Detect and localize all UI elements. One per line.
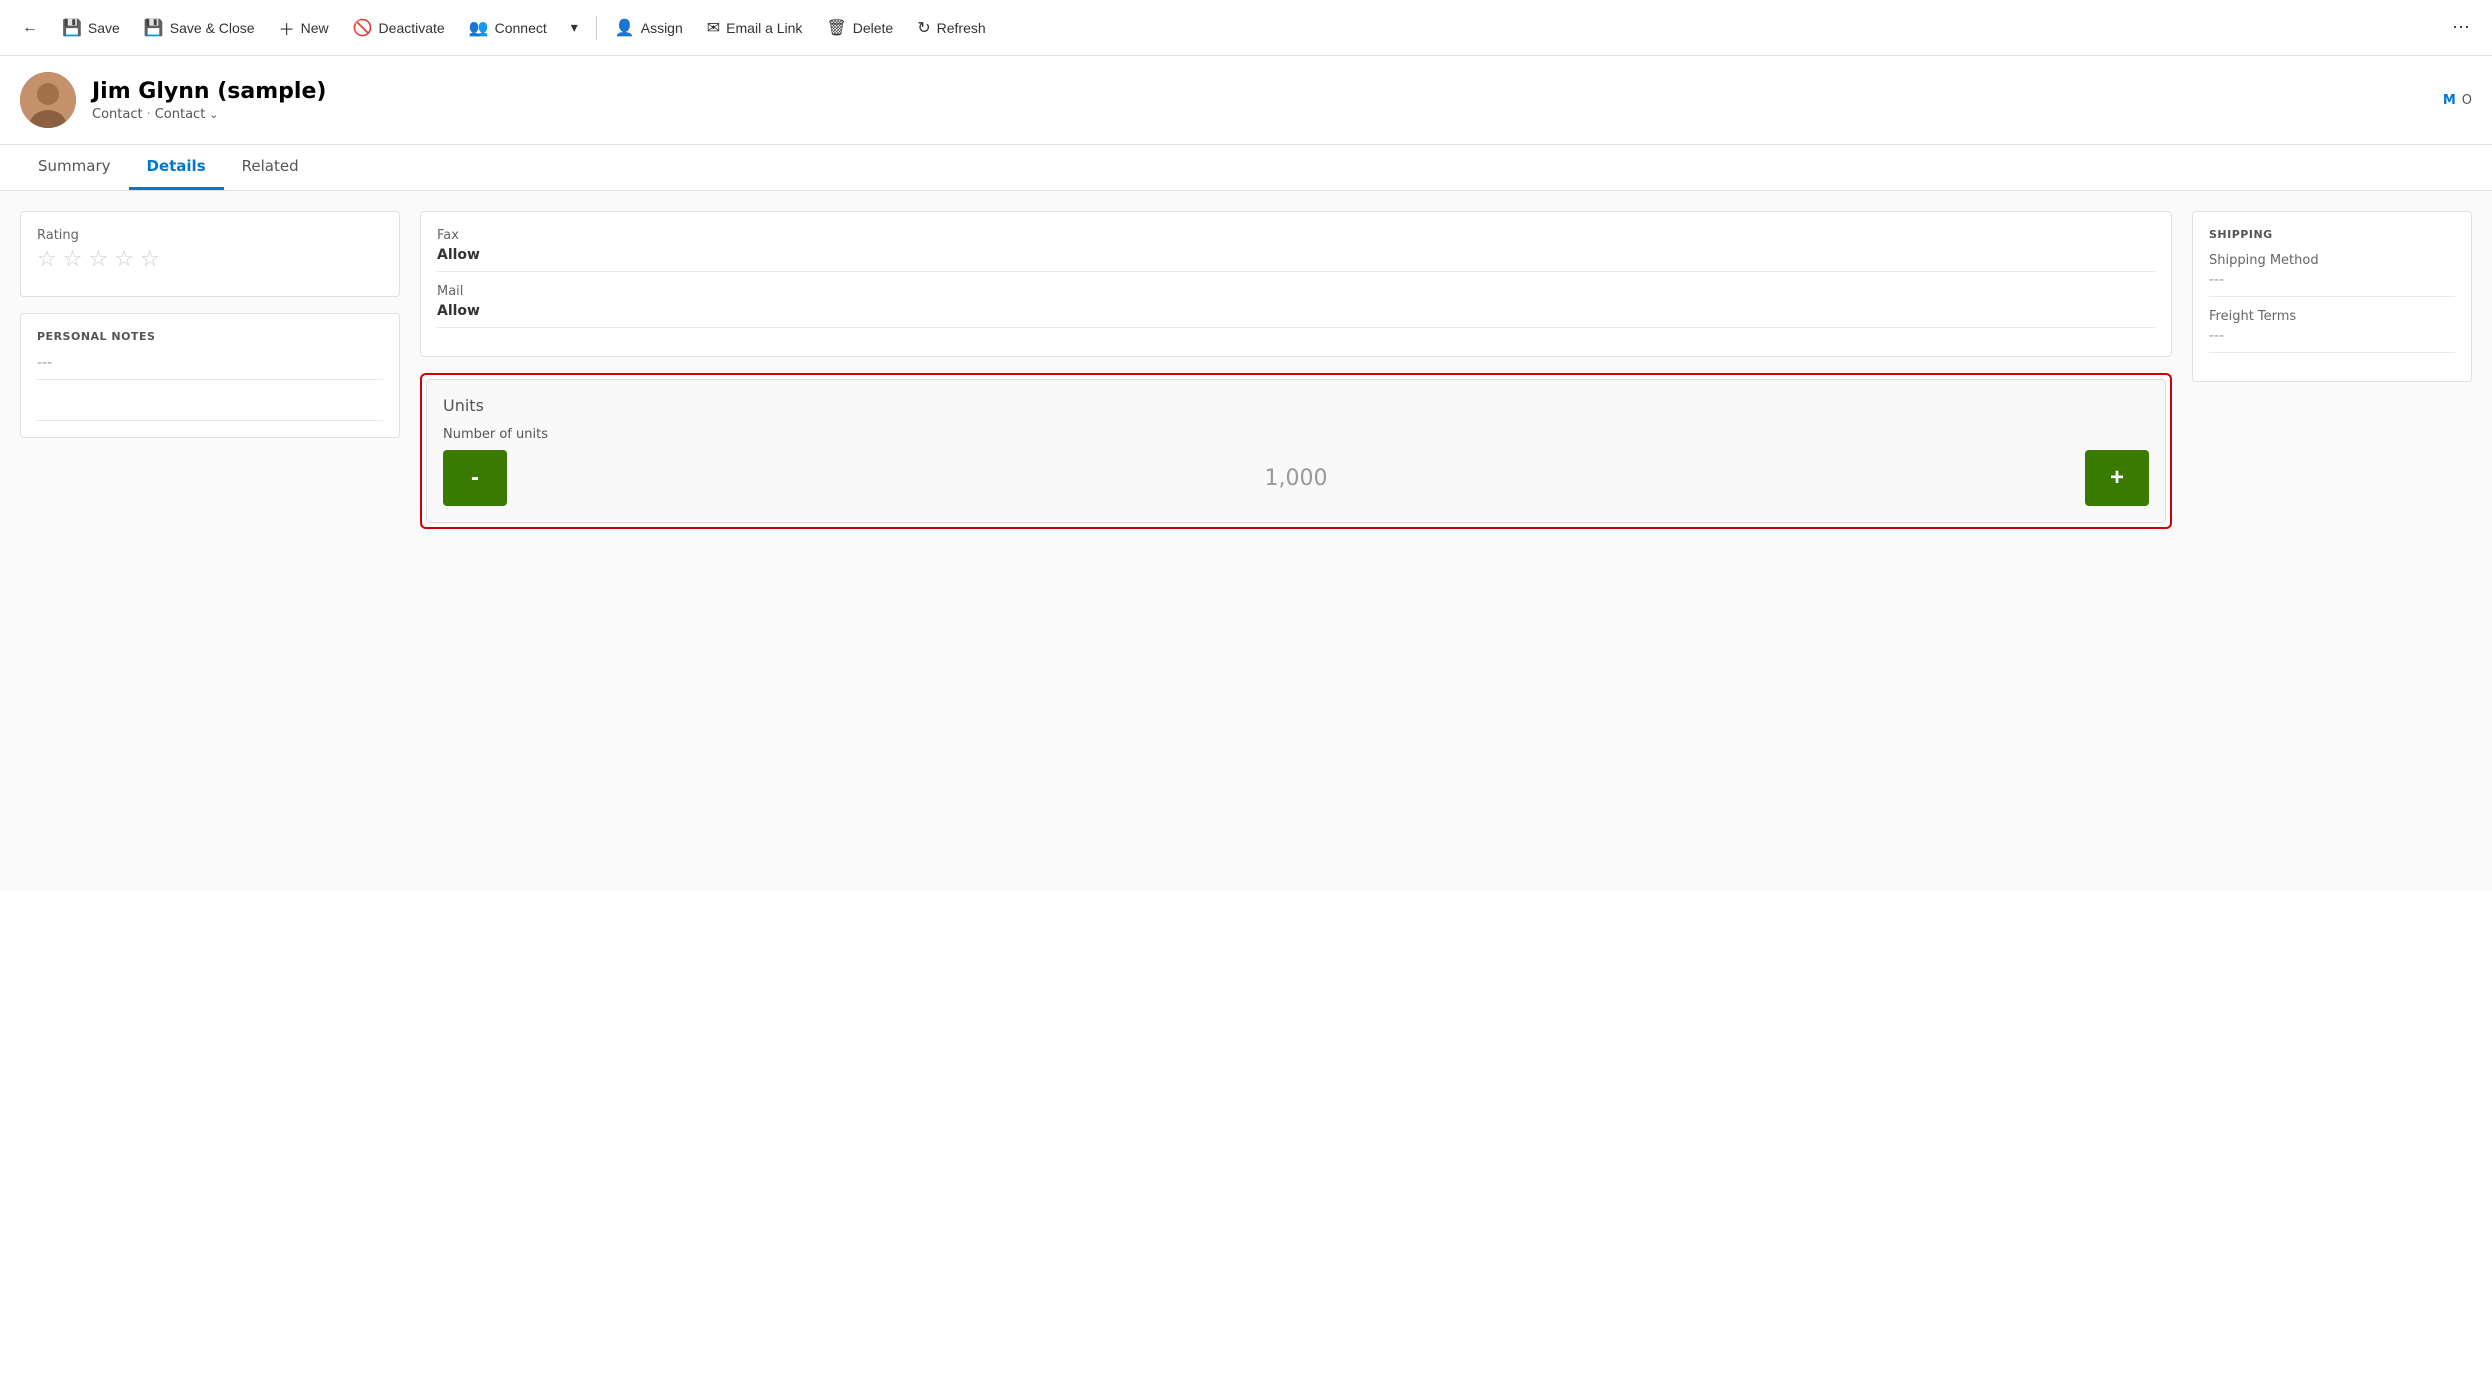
deactivate-button[interactable]: 🚫 Deactivate: [343, 12, 455, 44]
col-left: Rating ☆ ☆ ☆ ☆ ☆ PERSONAL NOTES ---: [20, 211, 400, 871]
freight-terms-label: Freight Terms: [2209, 309, 2455, 324]
rating-card: Rating ☆ ☆ ☆ ☆ ☆: [20, 211, 400, 297]
units-title: Units: [443, 396, 2149, 415]
shipping-method-value: ---: [2209, 272, 2455, 297]
tab-details[interactable]: Details: [129, 145, 224, 190]
tab-summary[interactable]: Summary: [20, 145, 129, 190]
back-button[interactable]: ←: [12, 13, 48, 43]
units-outer-container: Units Number of units - 1,000 +: [420, 373, 2172, 529]
refresh-icon: ↻: [917, 18, 930, 38]
star-3[interactable]: ☆: [88, 247, 108, 272]
new-button[interactable]: ＋ New: [269, 10, 339, 46]
toolbar: ← 💾 Save 💾 Save & Close ＋ New 🚫 Deactiva…: [0, 0, 2492, 56]
header-right: M O: [2443, 93, 2472, 108]
connect-icon: 👥: [469, 18, 489, 38]
save-icon: 💾: [62, 18, 82, 38]
record-type1: Contact: [92, 107, 143, 122]
connect-button[interactable]: 👥 Connect: [459, 12, 557, 44]
shipping-card: SHIPPING Shipping Method --- Freight Ter…: [2192, 211, 2472, 382]
record-subtitle: Contact · Contact ⌄: [92, 107, 326, 122]
col-middle: Fax Allow Mail Allow Units Number of uni…: [400, 211, 2192, 871]
main-content: Rating ☆ ☆ ☆ ☆ ☆ PERSONAL NOTES --- Fax …: [0, 191, 2492, 891]
more-button[interactable]: ⋯: [2442, 11, 2480, 44]
fax-perm-value: Allow: [437, 247, 2155, 272]
dot-separator: ·: [147, 107, 151, 122]
refresh-button[interactable]: ↻ Refresh: [907, 12, 995, 44]
record-type2: Contact: [155, 107, 206, 122]
units-field-label: Number of units: [443, 427, 2149, 442]
personal-notes-value: ---: [37, 355, 383, 380]
mail-perm-value: Allow: [437, 303, 2155, 328]
record-type-chevron[interactable]: ⌄: [209, 108, 218, 121]
avatar: [20, 72, 76, 128]
toolbar-divider: [596, 16, 597, 40]
header-initial-m: M: [2443, 93, 2456, 108]
star-1[interactable]: ☆: [37, 247, 57, 272]
shipping-title: SHIPPING: [2209, 228, 2455, 241]
rating-label: Rating: [37, 228, 383, 243]
units-decrement-button[interactable]: -: [443, 450, 507, 506]
star-2[interactable]: ☆: [63, 247, 83, 272]
record-header: Jim Glynn (sample) Contact · Contact ⌄ M…: [0, 56, 2492, 145]
units-controls: - 1,000 +: [443, 450, 2149, 506]
dropdown-button[interactable]: ▾: [561, 13, 588, 42]
email-link-button[interactable]: ✉ Email a Link: [697, 12, 813, 44]
fax-label: Fax: [437, 228, 2155, 243]
new-icon: ＋: [279, 16, 295, 40]
shipping-method-label: Shipping Method: [2209, 253, 2455, 268]
save-button[interactable]: 💾 Save: [52, 12, 130, 44]
save-close-icon: 💾: [144, 18, 164, 38]
star-4[interactable]: ☆: [114, 247, 134, 272]
record-name: Jim Glynn (sample): [92, 79, 326, 104]
units-increment-button[interactable]: +: [2085, 450, 2149, 506]
record-info: Jim Glynn (sample) Contact · Contact ⌄: [92, 79, 326, 122]
delete-icon: 🗑: [826, 18, 846, 38]
mail-label: Mail: [437, 284, 2155, 299]
email-link-icon: ✉: [707, 18, 720, 38]
assign-button[interactable]: 👤 Assign: [605, 12, 693, 44]
col-right: SHIPPING Shipping Method --- Freight Ter…: [2192, 211, 2472, 871]
tab-related[interactable]: Related: [224, 145, 317, 190]
star-5[interactable]: ☆: [140, 247, 160, 272]
assign-icon: 👤: [615, 18, 635, 38]
deactivate-icon: 🚫: [353, 18, 373, 38]
stars-container[interactable]: ☆ ☆ ☆ ☆ ☆: [37, 247, 383, 272]
personal-notes-title: PERSONAL NOTES: [37, 330, 383, 343]
save-close-button[interactable]: 💾 Save & Close: [134, 12, 265, 44]
freight-terms-value: ---: [2209, 328, 2455, 353]
units-card: Units Number of units - 1,000 +: [426, 379, 2166, 523]
back-icon: ←: [22, 19, 38, 37]
delete-button[interactable]: 🗑 Delete: [816, 12, 903, 44]
personal-notes-card: PERSONAL NOTES ---: [20, 313, 400, 438]
header-initial-o: O: [2462, 93, 2472, 108]
tab-bar: Summary Details Related: [0, 145, 2492, 191]
contact-prefs-card: Fax Allow Mail Allow: [420, 211, 2172, 357]
units-value: 1,000: [507, 466, 2085, 491]
